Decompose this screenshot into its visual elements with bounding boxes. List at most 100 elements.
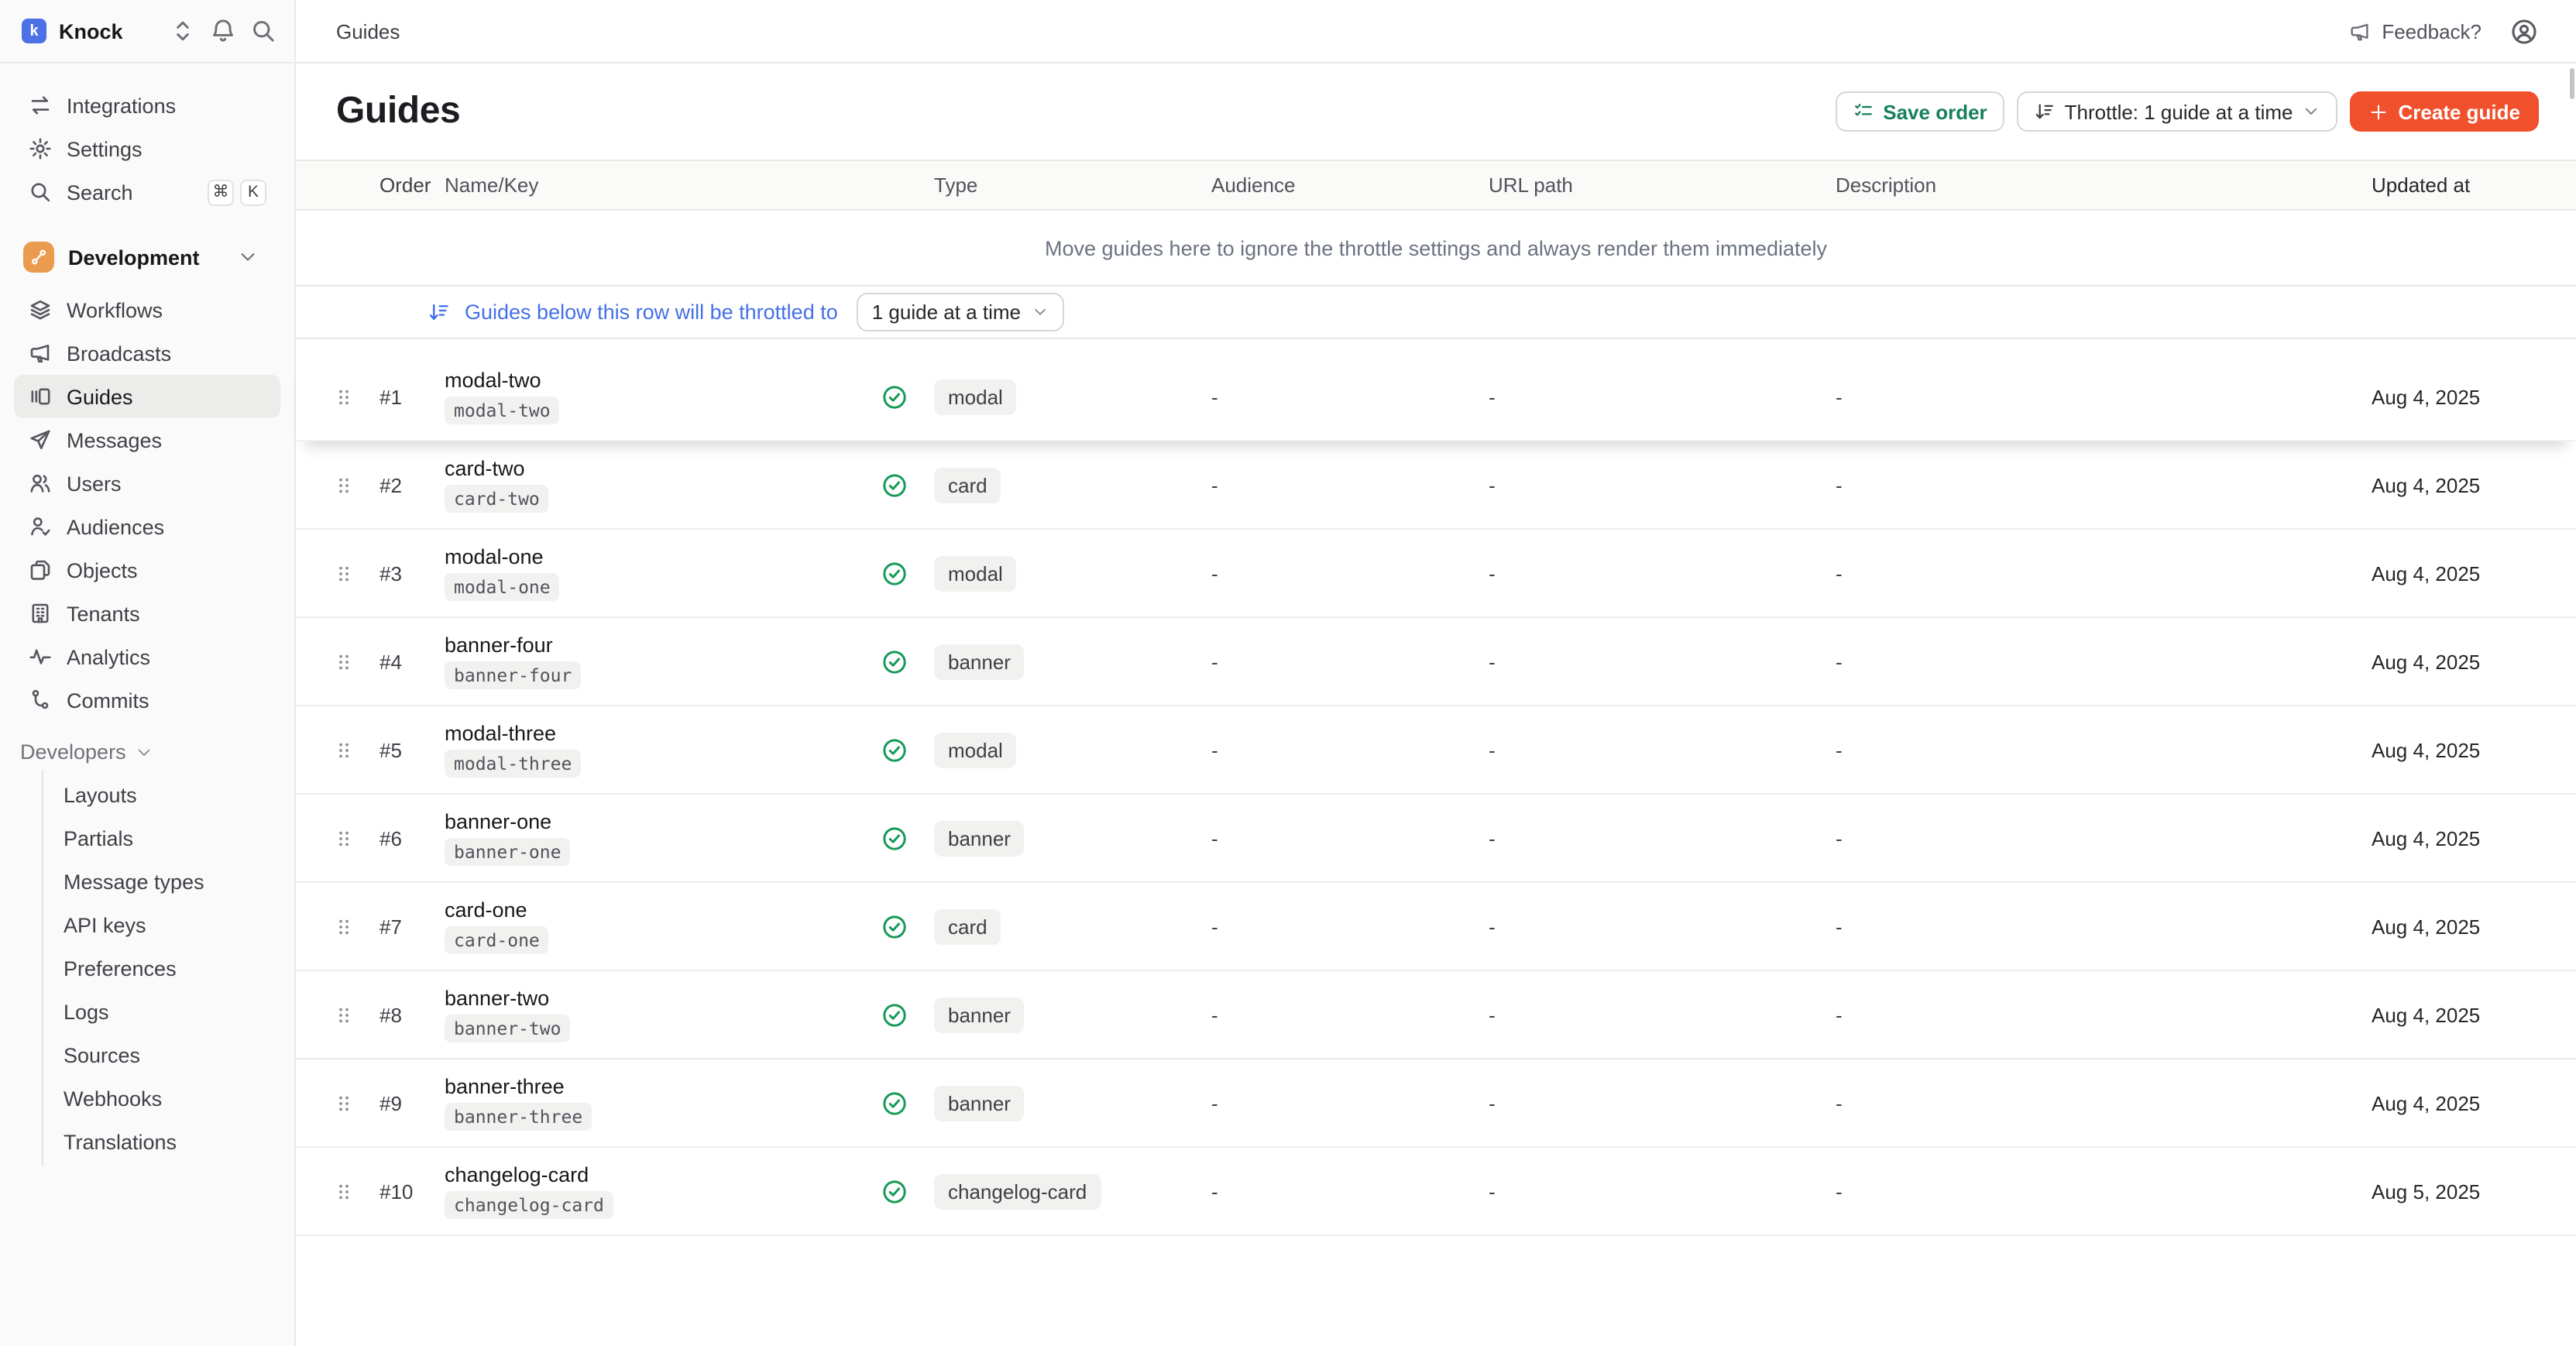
sidebar-subitem-logs[interactable]: Logs — [43, 990, 294, 1033]
updated-at-value: Aug 4, 2025 — [2372, 1003, 2576, 1026]
guide-name[interactable]: modal-two — [445, 369, 869, 392]
throttle-dropdown-button[interactable]: Throttle: 1 guide at a time — [2017, 91, 2338, 132]
col-updated-at: Updated at — [2372, 173, 2576, 197]
sidebar-item-commits[interactable]: Commits — [14, 678, 280, 722]
guide-key-badge: modal-one — [445, 573, 560, 601]
user-avatar[interactable] — [2509, 16, 2539, 46]
bell-icon[interactable] — [209, 17, 237, 45]
drag-handle-icon[interactable] — [335, 1179, 353, 1203]
sidebar-item-users[interactable]: Users — [14, 462, 280, 505]
sidebar-item-guides[interactable]: Guides — [14, 375, 280, 418]
updated-at-value: Aug 4, 2025 — [2372, 738, 2576, 761]
table-row[interactable]: #4 banner-four banner-four banner - - - … — [296, 618, 2576, 706]
status-active-icon — [881, 913, 907, 939]
table-row[interactable]: #1 modal-two modal-two modal - - - Aug 4… — [296, 353, 2576, 441]
sidebar-item-label: Settings — [67, 137, 266, 160]
drag-handle-icon[interactable] — [335, 915, 353, 938]
throttle-value-select[interactable]: 1 guide at a time — [857, 293, 1064, 331]
sidebar-subitem-message-types[interactable]: Message types — [43, 860, 294, 903]
sidebar-item-objects[interactable]: Objects — [14, 548, 280, 592]
knock-logo: k — [22, 19, 46, 43]
guide-name[interactable]: banner-two — [445, 987, 869, 1010]
analytics-icon — [28, 644, 53, 669]
sidebar-subitem-preferences[interactable]: Preferences — [43, 946, 294, 990]
description-value: - — [1836, 473, 2372, 496]
sidebar-subitem-translations[interactable]: Translations — [43, 1120, 294, 1163]
guide-name[interactable]: banner-three — [445, 1075, 869, 1098]
status-active-icon — [881, 560, 907, 586]
table-row[interactable]: #5 modal-three modal-three modal - - - A… — [296, 706, 2576, 795]
sidebar-subitem-partials[interactable]: Partials — [43, 816, 294, 860]
guide-name[interactable]: card-one — [445, 898, 869, 922]
drag-handle-icon[interactable] — [335, 473, 353, 496]
status-active-icon — [881, 472, 907, 498]
sort-descending-icon — [2034, 101, 2056, 122]
search-icon[interactable] — [249, 17, 277, 45]
sidebar-subitem-label: Logs — [64, 1000, 109, 1023]
environment-switcher[interactable]: Development — [14, 235, 280, 279]
guide-name[interactable]: banner-four — [445, 634, 869, 657]
sidebar-item-analytics[interactable]: Analytics — [14, 635, 280, 678]
save-order-button[interactable]: Save order — [1835, 91, 2004, 132]
audience-value: - — [1211, 1003, 1489, 1026]
sidebar: k Knock Integrations Settings Search ⌘K … — [0, 0, 296, 1346]
sidebar-subitem-api-keys[interactable]: API keys — [43, 903, 294, 946]
drag-handle-icon[interactable] — [335, 826, 353, 850]
chevrons-up-down-icon[interactable] — [169, 17, 197, 45]
table-row[interactable]: #3 modal-one modal-one modal - - - Aug 4… — [296, 530, 2576, 618]
status-active-icon — [881, 1178, 907, 1204]
ignore-throttle-dropzone[interactable]: Move guides here to ignore the throttle … — [296, 211, 2576, 285]
guide-name[interactable]: card-two — [445, 457, 869, 480]
table-row[interactable]: #8 banner-two banner-two banner - - - Au… — [296, 971, 2576, 1059]
guide-key-badge: banner-four — [445, 661, 581, 689]
sidebar-subitem-webhooks[interactable]: Webhooks — [43, 1076, 294, 1120]
audiences-icon — [28, 514, 53, 539]
sidebar-item-messages[interactable]: Messages — [14, 418, 280, 462]
type-badge: banner — [934, 997, 1025, 1032]
drag-handle-icon[interactable] — [335, 738, 353, 761]
page-header: Guides Save order Throttle: 1 guide at a… — [296, 64, 2576, 160]
table-row[interactable]: #7 card-one card-one card - - - Aug 4, 2… — [296, 883, 2576, 971]
feedback-button[interactable]: Feedback? — [2348, 19, 2482, 43]
table-body: #1 modal-two modal-two modal - - - Aug 4… — [296, 353, 2576, 1236]
sidebar-subitem-layouts[interactable]: Layouts — [43, 773, 294, 816]
guide-name[interactable]: banner-one — [445, 810, 869, 833]
drag-handle-icon[interactable] — [335, 1091, 353, 1114]
throttle-divider-label[interactable]: Guides below this row will be throttled … — [465, 300, 838, 324]
developers-section-toggle[interactable]: Developers — [14, 740, 280, 764]
guide-key-badge: modal-two — [445, 397, 560, 424]
create-guide-button[interactable]: Create guide — [2351, 91, 2540, 132]
sidebar-item-broadcasts[interactable]: Broadcasts — [14, 331, 280, 375]
sidebar-subitem-label: Message types — [64, 870, 204, 893]
table-row[interactable]: #10 changelog-card changelog-card change… — [296, 1148, 2576, 1236]
url-path-value: - — [1489, 738, 1836, 761]
sidebar-item-audiences[interactable]: Audiences — [14, 505, 280, 548]
chevron-down-icon — [237, 246, 259, 268]
sidebar-item-search[interactable]: Search ⌘K — [14, 170, 280, 214]
sidebar-subitem-sources[interactable]: Sources — [43, 1033, 294, 1076]
sidebar-subitem-label: API keys — [64, 913, 146, 936]
messages-icon — [28, 427, 53, 452]
header-actions: Save order Throttle: 1 guide at a time C… — [1835, 91, 2539, 132]
integrations-icon — [28, 93, 53, 118]
table-row[interactable]: #6 banner-one banner-one banner - - - Au… — [296, 795, 2576, 883]
sidebar-item-integrations[interactable]: Integrations — [14, 84, 280, 127]
workspace-switcher[interactable]: k Knock — [0, 0, 294, 64]
guide-name[interactable]: modal-three — [445, 722, 869, 745]
sidebar-item-label: Tenants — [67, 602, 266, 625]
updated-at-value: Aug 5, 2025 — [2372, 1179, 2576, 1203]
sidebar-item-workflows[interactable]: Workflows — [14, 288, 280, 331]
guide-name[interactable]: modal-one — [445, 545, 869, 568]
table-row[interactable]: #2 card-two card-two card - - - Aug 4, 2… — [296, 441, 2576, 530]
guide-name[interactable]: changelog-card — [445, 1163, 869, 1186]
drag-handle-icon[interactable] — [335, 385, 353, 408]
drag-handle-icon[interactable] — [335, 1003, 353, 1026]
scrollbar-thumb[interactable] — [2570, 68, 2574, 99]
chevron-down-icon — [1032, 304, 1049, 321]
sidebar-item-tenants[interactable]: Tenants — [14, 592, 280, 635]
drag-handle-icon[interactable] — [335, 561, 353, 585]
sidebar-item-settings[interactable]: Settings — [14, 127, 280, 170]
drag-handle-icon[interactable] — [335, 650, 353, 673]
col-audience: Audience — [1211, 173, 1489, 197]
table-row[interactable]: #9 banner-three banner-three banner - - … — [296, 1059, 2576, 1148]
